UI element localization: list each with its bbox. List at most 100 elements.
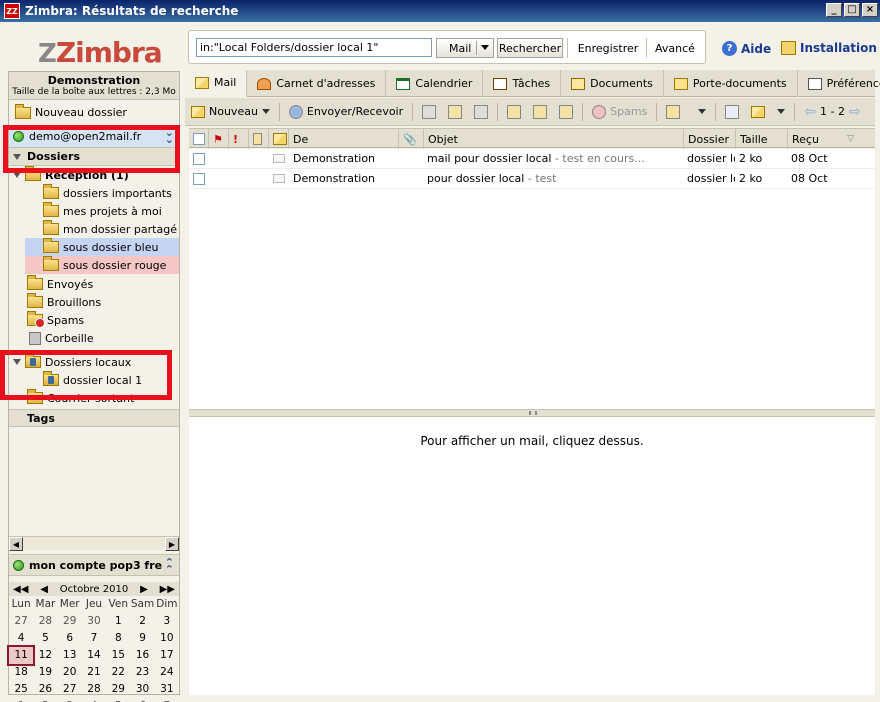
delete-button[interactable] [416,101,442,123]
double-chevron-up-icon[interactable]: ⌃ ⌃ [165,557,174,575]
tab-briefcase[interactable]: Porte-documents [664,70,798,97]
folder-spam[interactable]: Spams [9,311,179,329]
calendar-day[interactable]: 10 [155,630,179,647]
calendar-day[interactable]: 18 [9,664,33,681]
tab-calendar[interactable]: Calendrier [386,70,484,97]
folder-blue[interactable]: sous dossier bleu [25,238,179,256]
column-folder[interactable]: Dossier [684,129,736,149]
splitter-grip[interactable] [529,411,537,415]
calendar-day[interactable]: 29 [58,613,82,630]
calendar-day[interactable]: 19 [33,664,57,681]
column-size[interactable]: Taille [736,129,788,149]
folder-trash[interactable]: Corbeille [9,329,179,347]
calendar-day[interactable]: 27 [9,613,33,630]
tab-documents[interactable]: Documents [561,70,664,97]
reply-button[interactable] [501,101,527,123]
minimize-button[interactable]: _ [826,3,842,17]
calendar-day[interactable]: 26 [33,681,57,698]
spam-button[interactable]: Spams [586,101,653,123]
next-year-button[interactable]: ▶▶ [160,584,175,595]
calendar-day[interactable]: 28 [33,613,57,630]
calendar-day[interactable]: 12 [33,647,57,664]
calendar-day[interactable]: 4 [82,698,106,702]
help-link[interactable]: ? Aide [722,41,771,56]
chevron-down-icon[interactable] [777,109,786,114]
folder-projects[interactable]: mes projets à moi [9,202,179,220]
calendar-day[interactable]: 7 [155,698,179,702]
calendar-day[interactable]: 5 [33,630,57,647]
next-month-button[interactable]: ▶ [140,584,148,595]
message-row[interactable]: Demonstration mail pour dossier local - t… [189,149,875,169]
calendar-day[interactable]: 20 [58,664,82,681]
calendar-day[interactable]: 11 [6,645,36,666]
arrow-right-icon[interactable]: ⇨ [849,104,861,120]
calendar-day[interactable]: 25 [9,681,33,698]
chevron-down-icon[interactable] [261,109,270,114]
calendar-day[interactable]: 16 [130,647,154,664]
folder-important[interactable]: dossiers importants [9,184,179,202]
calendar-day[interactable]: 29 [106,681,130,698]
calendar-day[interactable]: 21 [82,664,106,681]
calendar-day[interactable]: 2 [130,613,154,630]
calendar-day[interactable]: 3 [155,613,179,630]
search-button[interactable]: Rechercher [497,38,563,58]
select-all-checkbox[interactable] [193,133,205,145]
arrow-left-icon[interactable]: ⇦ [804,104,816,120]
scroll-right-button[interactable]: ▶ [165,537,179,551]
pane-splitter[interactable] [189,409,875,417]
column-from[interactable]: De [289,129,399,149]
mark-button[interactable] [745,101,791,123]
close-button[interactable]: × [862,3,878,17]
row-checkbox-cell[interactable] [189,169,209,189]
calendar-day[interactable]: 22 [106,664,130,681]
row-flag-cell[interactable] [209,169,229,189]
select-all-column[interactable] [189,129,209,149]
attachment-column[interactable]: 📎 [399,129,424,149]
calendar-day[interactable]: 5 [106,698,130,702]
search-input[interactable] [196,38,432,57]
calendar-day[interactable]: 30 [82,613,106,630]
calendar-day[interactable]: 28 [82,681,106,698]
save-search-button[interactable]: Enregistrer [570,38,646,58]
prev-year-button[interactable]: ◀◀ [13,584,28,595]
prev-month-button[interactable]: ◀ [40,584,48,595]
chevron-down-icon[interactable] [698,109,707,114]
calendar-day[interactable]: 14 [82,647,106,664]
calendar-day[interactable]: 6 [130,698,154,702]
new-folder-button[interactable]: Nouveau dossier [9,100,179,126]
tab-address-book[interactable]: Carnet d'adresses [247,70,387,97]
flag-column[interactable]: ⚑ [209,129,229,149]
folder-red[interactable]: sous dossier rouge [25,256,179,274]
tags-header[interactable]: Tags [9,409,179,427]
calendar-day[interactable]: 1 [106,613,130,630]
column-subject[interactable]: Objet [424,129,684,149]
reply-all-button[interactable] [527,101,553,123]
calendar-day[interactable]: 7 [82,630,106,647]
calendar-day[interactable]: 4 [9,630,33,647]
print-button[interactable] [468,101,494,123]
row-checkbox[interactable] [193,152,205,165]
tab-preferences[interactable]: Préférences [798,70,880,97]
calendar-day[interactable]: 17 [155,647,179,664]
advanced-search-button[interactable]: Avancé [647,38,703,58]
move-button[interactable] [442,101,468,123]
sort-desc-icon[interactable]: ▽ [847,134,854,144]
calendar-day[interactable]: 13 [58,647,82,664]
folder-drafts[interactable]: Brouillons [9,293,179,311]
column-received[interactable]: Reçu ▽ [788,129,856,149]
priority-column[interactable]: ! [229,129,249,149]
row-checkbox[interactable] [193,172,205,185]
message-row[interactable]: Demonstration pour dossier local - test do… [189,169,875,189]
forward-button[interactable] [553,101,579,123]
send-receive-button[interactable]: Envoyer/Recevoir [283,101,409,123]
folder-shared[interactable]: mon dossier partagé [9,220,179,238]
calendar-day[interactable]: 3 [58,698,82,702]
calendar-day[interactable]: 2 [33,698,57,702]
view-button[interactable] [719,101,745,123]
calendar-day[interactable]: 24 [155,664,179,681]
calendar-day[interactable]: 23 [130,664,154,681]
search-type-dropdown[interactable]: Mail [436,38,494,58]
calendar-day[interactable]: 15 [106,647,130,664]
new-message-button[interactable]: Nouveau [185,101,276,123]
calendar-day[interactable]: 6 [58,630,82,647]
